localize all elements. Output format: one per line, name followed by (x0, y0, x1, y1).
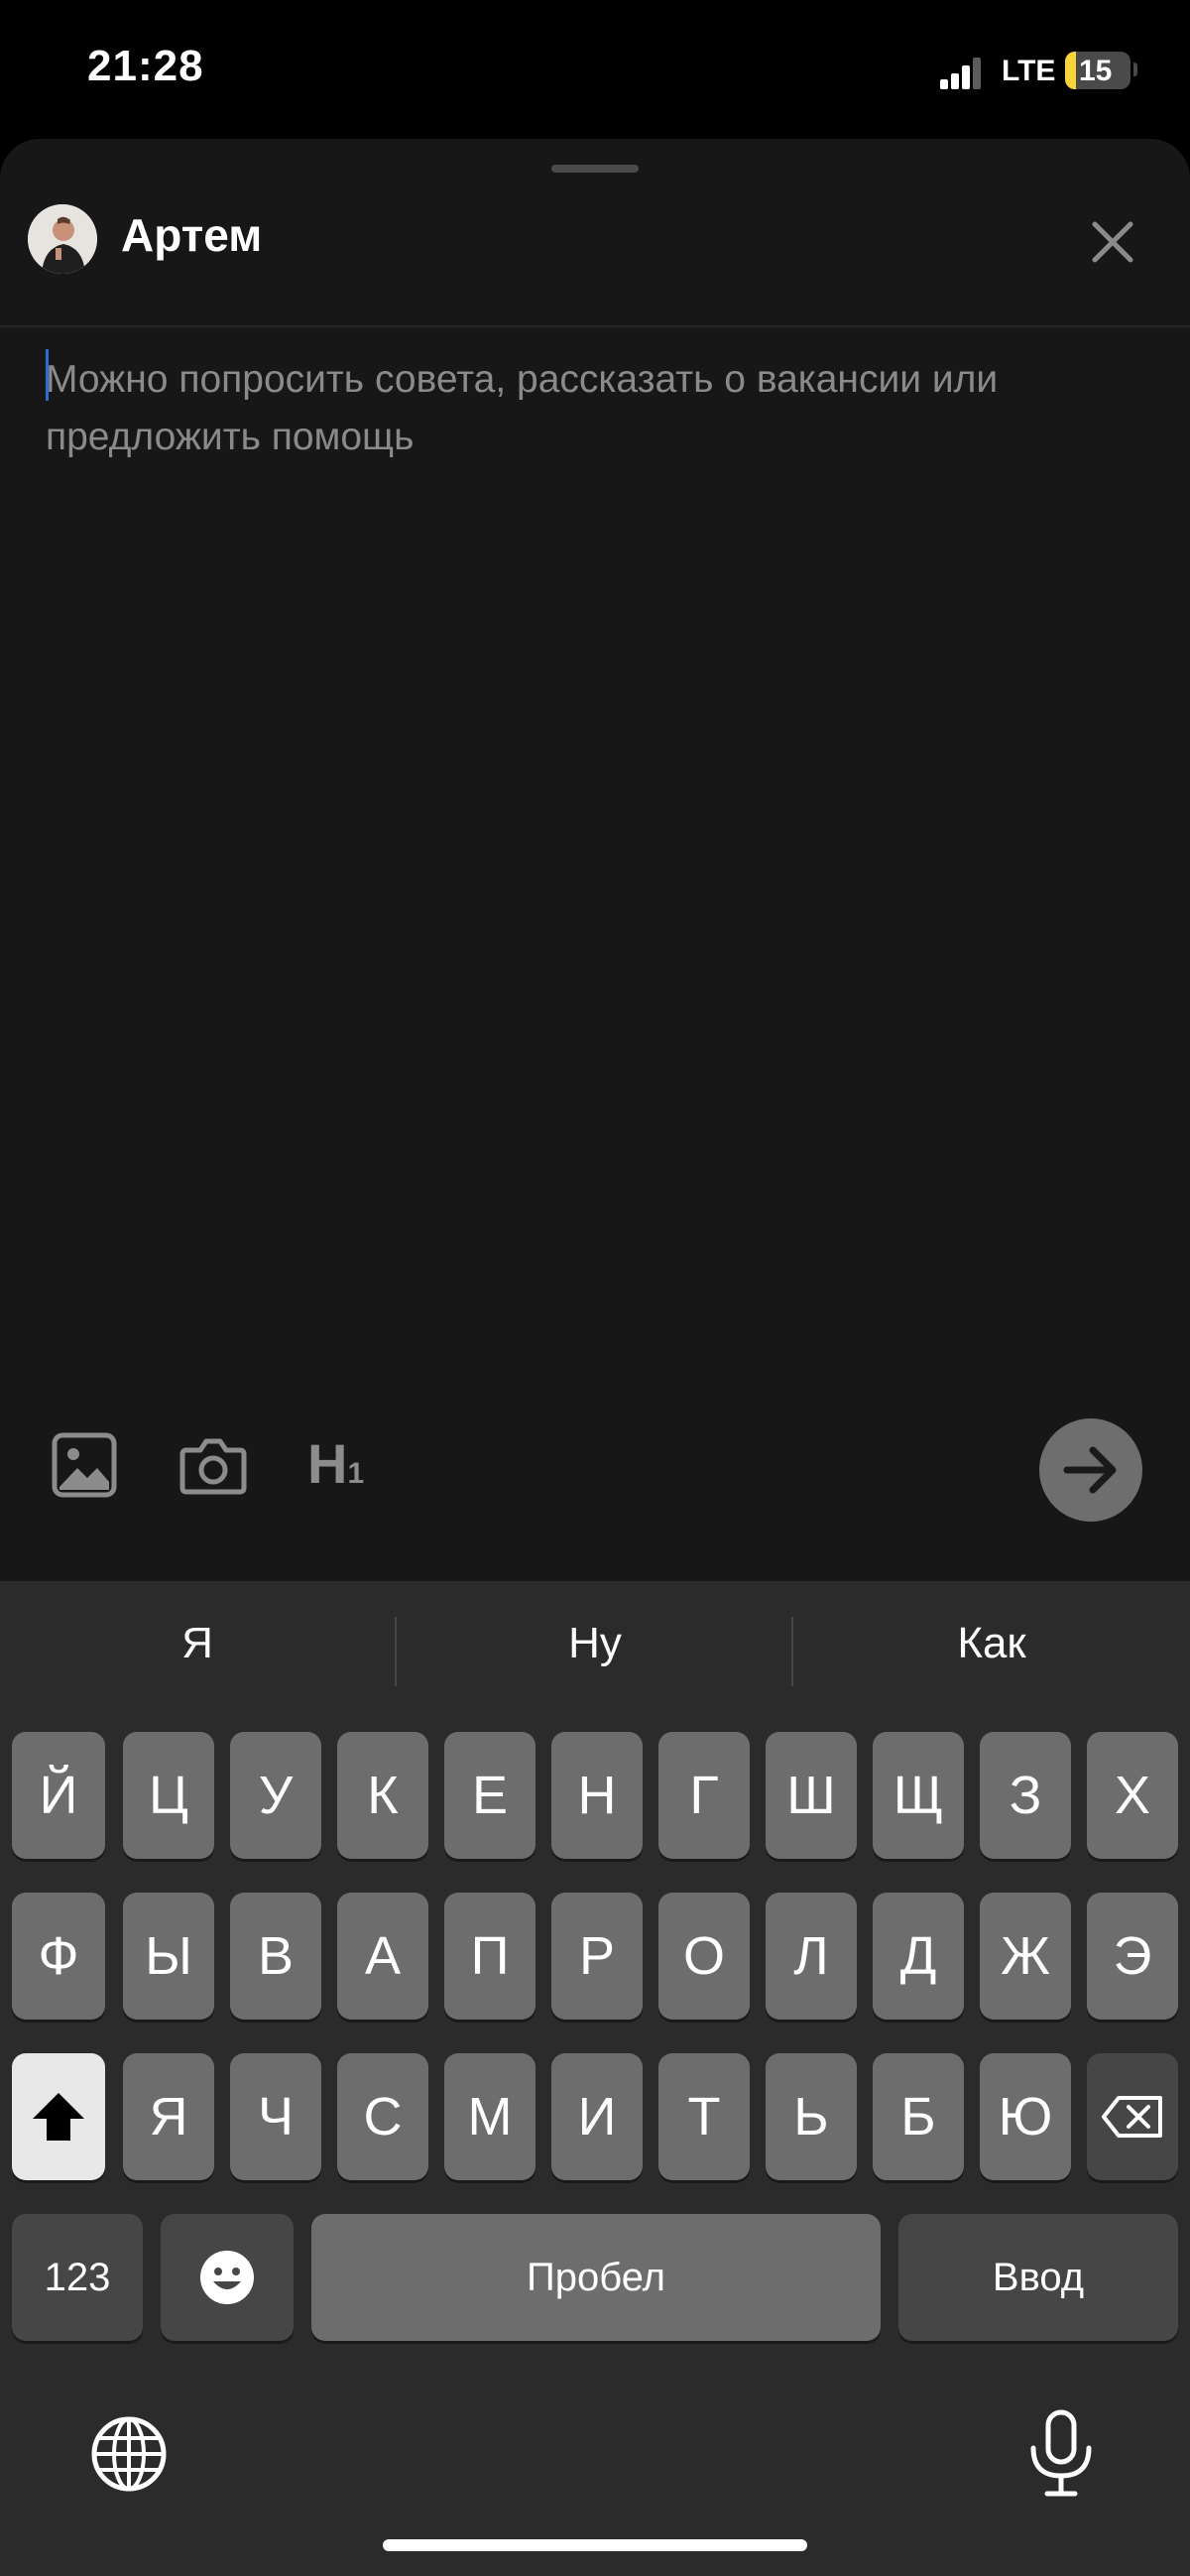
key-row1[interactable]: Х (1087, 1732, 1178, 1859)
home-indicator[interactable] (383, 2539, 807, 2551)
key-row3[interactable]: Ч (230, 2053, 321, 2180)
key-row2[interactable]: Д (873, 1893, 964, 2020)
return-key[interactable]: Ввод (898, 2214, 1178, 2341)
key-row1[interactable]: К (337, 1732, 428, 1859)
key-row1[interactable]: У (230, 1732, 321, 1859)
send-button[interactable] (1039, 1418, 1142, 1522)
suggestion-divider (791, 1617, 793, 1686)
composer-sheet: Артем Можно попросить совета, рассказать… (0, 139, 1190, 1587)
backspace-icon (1102, 2096, 1162, 2138)
language-switch-button[interactable] (89, 2414, 169, 2494)
emoji-icon (200, 2251, 254, 2304)
key-row3[interactable]: Ь (766, 2053, 857, 2180)
key-row1[interactable]: Щ (873, 1732, 964, 1859)
key-row2[interactable]: Л (766, 1893, 857, 2020)
key-row3[interactable]: Ю (980, 2053, 1071, 2180)
arrow-right-icon (1063, 1446, 1117, 1494)
key-row2[interactable]: Э (1087, 1893, 1178, 2020)
status-time: 21:28 (87, 42, 204, 90)
key-row2[interactable]: В (230, 1893, 321, 2020)
battery-percent: 15 (1079, 55, 1113, 87)
keyboard: Я Ну Как Й Ц У К Е Н Г Ш Щ З Х Ф Ы В А П… (0, 1581, 1190, 2576)
user-name: Артем (121, 209, 263, 261)
camera-button[interactable] (178, 1432, 248, 1498)
avatar[interactable] (28, 204, 97, 274)
key-row2[interactable]: О (658, 1893, 750, 2020)
key-row1[interactable]: Й (12, 1732, 105, 1859)
key-row1[interactable]: Ц (123, 1732, 214, 1859)
microphone-icon (1030, 2409, 1092, 2497)
key-row2[interactable]: А (337, 1893, 428, 2020)
close-icon (1092, 221, 1133, 263)
key-row2[interactable]: Ы (123, 1893, 214, 2020)
post-text-input[interactable]: Можно попросить совета, рассказать о вак… (46, 351, 1146, 466)
key-row2[interactable]: Ф (12, 1893, 105, 2020)
space-key[interactable]: Пробел (311, 2214, 881, 2341)
globe-icon (91, 2416, 167, 2492)
battery-level (1065, 52, 1076, 89)
heading-icon-letter: H (307, 1432, 348, 1495)
network-type: LTE (1002, 55, 1056, 87)
camera-icon (179, 1438, 247, 1495)
numbers-key[interactable]: 123 (12, 2214, 143, 2341)
close-button[interactable] (1081, 210, 1144, 274)
key-row3[interactable]: М (444, 2053, 536, 2180)
suggestion-1[interactable]: Я (0, 1619, 395, 1668)
image-icon (52, 1432, 117, 1498)
heading-icon-level: 1 (347, 1457, 365, 1490)
key-row3[interactable]: С (337, 2053, 428, 2180)
key-row3[interactable]: И (551, 2053, 643, 2180)
heading-button[interactable]: H1 (307, 1432, 377, 1498)
key-row1[interactable]: З (980, 1732, 1071, 1859)
key-row3[interactable]: Я (123, 2053, 214, 2180)
dictation-button[interactable] (1021, 2408, 1101, 2500)
key-row2[interactable]: Р (551, 1893, 643, 2020)
status-bar: 21:28 LTE 15 (0, 0, 1190, 139)
suggestion-2[interactable]: Ну (398, 1619, 792, 1668)
suggestion-3[interactable]: Как (794, 1619, 1189, 1668)
shift-key[interactable] (12, 2053, 105, 2180)
header-divider (0, 325, 1190, 327)
key-row1[interactable]: Ш (766, 1732, 857, 1859)
emoji-key[interactable] (161, 2214, 294, 2341)
battery-nub (1133, 62, 1137, 76)
key-row1[interactable]: Н (551, 1732, 643, 1859)
shift-icon (33, 2093, 84, 2141)
signal-icon (940, 56, 992, 89)
battery-icon: 15 (1065, 52, 1130, 89)
key-row3[interactable]: Т (658, 2053, 750, 2180)
key-row3[interactable]: Б (873, 2053, 964, 2180)
suggestion-divider (395, 1617, 397, 1686)
backspace-key[interactable] (1087, 2053, 1178, 2180)
key-row2[interactable]: П (444, 1893, 536, 2020)
key-row2[interactable]: Ж (980, 1893, 1071, 2020)
heading-icon: H1 (307, 1434, 364, 1504)
key-row1[interactable]: Г (658, 1732, 750, 1859)
sheet-grabber[interactable] (551, 165, 639, 173)
key-row1[interactable]: Е (444, 1732, 536, 1859)
attach-image-button[interactable] (50, 1430, 119, 1500)
